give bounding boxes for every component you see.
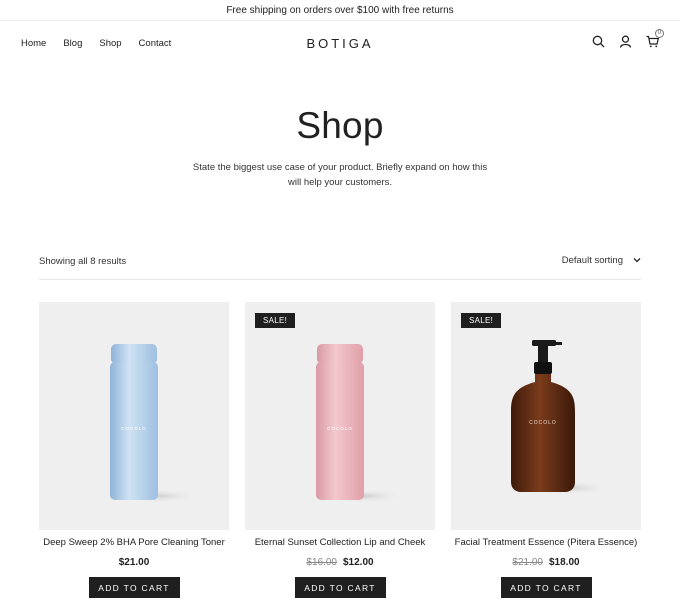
cart-icon[interactable]: 0	[646, 29, 664, 48]
sale-badge: SALE!	[255, 313, 296, 328]
page-title: Shop	[296, 105, 384, 146]
page-description: State the biggest use case of your produ…	[192, 162, 488, 188]
add-to-cart-button[interactable]: ADD TO CART	[294, 577, 386, 598]
bottle-label: COCOLO	[529, 420, 557, 426]
results-count: Showing all 8 results	[39, 256, 127, 267]
product-image[interactable]: COCOLO SALE!	[245, 302, 435, 530]
bottle-label: COCOLO	[121, 426, 147, 431]
bottle-label: COCOLO	[327, 426, 353, 431]
search-icon[interactable]	[592, 35, 605, 48]
old-price: $21.00	[512, 557, 543, 568]
product-image[interactable]: COCOLO SALE!	[451, 302, 641, 530]
old-price: $16.00	[306, 557, 337, 568]
product-image[interactable]: COCOLO	[39, 302, 229, 530]
sorting-select[interactable]: Default sorting	[562, 255, 641, 266]
site-header: Home Blog Shop Contact BOTIGA 0	[0, 21, 680, 65]
announcement-bar: Free shipping on orders over $100 with f…	[0, 0, 680, 21]
chevron-down-icon	[633, 255, 641, 266]
product-name[interactable]: Deep Sweep 2% BHA Pore Cleaning Toner	[39, 537, 229, 548]
product-card: COCOLO SALE! Eternal Sunset Collection L…	[245, 302, 435, 598]
product-card: COCOLO Deep Sweep 2% BHA Pore Cleaning T…	[39, 302, 229, 598]
shop-toolbar: Showing all 8 results Default sorting	[39, 250, 641, 280]
current-price: $12.00	[343, 557, 374, 568]
product-name[interactable]: Eternal Sunset Collection Lip and Cheek	[245, 537, 435, 548]
user-icon[interactable]	[619, 35, 632, 48]
product-price: $21.00	[39, 557, 229, 568]
current-price: $18.00	[549, 557, 580, 568]
sorting-label: Default sorting	[561, 255, 623, 266]
header-icons: 0	[592, 29, 664, 48]
current-price: $21.00	[118, 557, 150, 568]
add-to-cart-button[interactable]: ADD TO CART	[500, 577, 592, 598]
product-card: COCOLO SALE! Facial Treatment Essence (P…	[451, 302, 641, 598]
product-price: $16.00 $12.00	[245, 557, 435, 568]
sale-badge: SALE!	[461, 313, 502, 328]
add-to-cart-button[interactable]: ADD TO CART	[88, 577, 180, 598]
announcement-text: Free shipping on orders over $100 with f…	[226, 4, 454, 16]
site-logo[interactable]: BOTIGA	[0, 36, 680, 51]
product-price: $21.00 $18.00	[451, 557, 641, 568]
product-name[interactable]: Facial Treatment Essence (Pitera Essence…	[451, 537, 641, 548]
cart-count-badge: 0	[655, 29, 664, 38]
